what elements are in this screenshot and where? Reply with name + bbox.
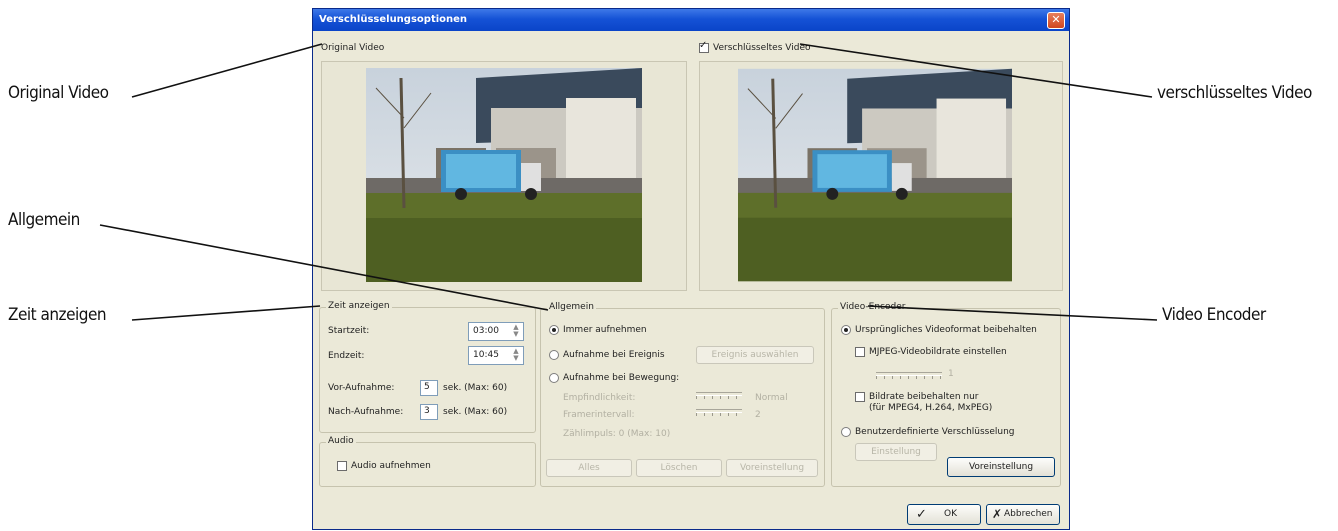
leader-line-original-video [131, 43, 323, 98]
mjpeg-checkbox[interactable] [855, 347, 865, 357]
x-icon: ✗ [992, 507, 1003, 521]
endzeit-spinner[interactable]: 10:45 ▲ ▼ [468, 346, 524, 365]
aufnahme-bewegung-label: Aufnahme bei Bewegung: [563, 373, 680, 383]
voreinstellung-encoder-button[interactable]: Voreinstellung [947, 457, 1055, 477]
voreinstellung-general-button[interactable]: Voreinstellung [726, 459, 818, 477]
immer-aufnehmen-radio[interactable] [549, 325, 559, 335]
aufnahme-ereignis-label: Aufnahme bei Ereignis [563, 350, 665, 360]
zaehlimpuls-label: Zählimpuls: 0 (Max: 10) [563, 429, 671, 439]
encrypted-video-pane [699, 61, 1063, 291]
close-icon[interactable]: ✕ [1047, 12, 1065, 29]
nach-aufnahme-value: 3 [424, 406, 430, 416]
aufnahme-ereignis-radio[interactable] [549, 350, 559, 360]
vor-aufnahme-value: 5 [424, 382, 430, 392]
framerintervall-label: Framerintervall: [563, 410, 635, 420]
framerintervall-value: 2 [755, 410, 761, 420]
dialog-title: Verschlüsselungsoptionen [319, 14, 468, 25]
framerintervall-slider[interactable] [696, 406, 742, 416]
abbrechen-label: Abbrechen [1004, 509, 1053, 519]
audio-aufnehmen-label: Audio aufnehmen [351, 461, 431, 471]
endzeit-label: Endzeit: [328, 351, 365, 361]
nach-aufnahme-unit: sek. (Max: 60) [443, 407, 508, 417]
original-video-pane [321, 61, 687, 291]
encryption-options-dialog: Verschlüsselungsoptionen ✕ Original Vide… [312, 8, 1070, 530]
startzeit-label: Startzeit: [328, 326, 370, 336]
spinner-arrows-icon[interactable]: ▲ ▼ [510, 348, 522, 362]
general-group-title: Allgemein [547, 302, 596, 312]
startzeit-spinner[interactable]: 03:00 ▲ ▼ [468, 322, 524, 341]
bildrate-label-line1: Bildrate beibehalten nur [869, 392, 979, 402]
endzeit-value: 10:45 [473, 350, 499, 360]
spinner-arrows-icon[interactable]: ▲ ▼ [510, 324, 522, 338]
encrypted-video-label: Verschlüsseltes Video [713, 43, 811, 53]
vor-aufnahme-field[interactable]: 5 [420, 380, 438, 396]
checkmark-icon: ✓ [916, 507, 927, 522]
audio-group-title: Audio [326, 436, 356, 446]
vor-aufnahme-unit: sek. (Max: 60) [443, 383, 508, 393]
ok-label: OK [944, 509, 957, 519]
mjpeg-label: MJPEG-Videobildrate einstellen [869, 347, 1007, 357]
empfindlichkeit-label: Empfindlichkeit: [563, 393, 636, 403]
annotation-allgemein: Allgemein [8, 210, 80, 230]
annotation-zeit-anzeigen: Zeit anzeigen [8, 305, 107, 325]
annotation-video-encoder: Video Encoder [1162, 305, 1266, 325]
bildrate-checkbox[interactable] [855, 392, 865, 402]
loeschen-button[interactable]: Löschen [636, 459, 722, 477]
original-video-image [366, 68, 642, 282]
nach-aufnahme-field[interactable]: 3 [420, 404, 438, 420]
immer-aufnehmen-label: Immer aufnehmen [563, 325, 647, 335]
title-bar: Verschlüsselungsoptionen ✕ [313, 9, 1069, 31]
annotation-verschluesseltes-video: verschlüsseltes Video [1157, 83, 1312, 103]
audio-aufnehmen-checkbox[interactable] [337, 461, 347, 471]
benutzerdefiniert-radio[interactable] [841, 427, 851, 437]
ereignis-auswaehlen-button[interactable]: Ereignis auswählen [696, 346, 814, 364]
vor-aufnahme-label: Vor-Aufnahme: [328, 383, 395, 393]
aufnahme-bewegung-radio[interactable] [549, 373, 559, 383]
mjpeg-slider[interactable] [876, 369, 942, 379]
abbrechen-button[interactable]: ✗ Abbrechen [986, 504, 1060, 525]
ursprungliches-format-label: Ursprüngliches Videoformat beibehalten [855, 325, 1037, 335]
leader-line-zeit-anzeigen [131, 305, 321, 321]
benutzerdefiniert-label: Benutzerdefinierte Verschlüsselung [855, 427, 1015, 437]
empfindlichkeit-slider[interactable] [696, 389, 742, 399]
annotation-original-video: Original Video [8, 83, 109, 103]
video-encoder-group-title: Video-Encoder [838, 302, 908, 312]
encrypted-video-checkbox[interactable] [699, 40, 709, 53]
bildrate-label-line2: (für MPEG4, H.264, MxPEG) [869, 403, 993, 413]
encrypted-video-image [738, 68, 1012, 282]
original-video-label: Original Video [321, 43, 385, 53]
ursprungliches-format-radio[interactable] [841, 325, 851, 335]
nach-aufnahme-label: Nach-Aufnahme: [328, 407, 404, 417]
empfindlichkeit-value: Normal [755, 393, 788, 403]
ok-button[interactable]: ✓ OK [907, 504, 981, 525]
mjpeg-slider-value: 1 [948, 369, 954, 379]
time-group-title: Zeit anzeigen [326, 301, 392, 311]
einstellung-button[interactable]: Einstellung [855, 443, 937, 461]
alles-button[interactable]: Alles [546, 459, 632, 477]
startzeit-value: 03:00 [473, 326, 499, 336]
